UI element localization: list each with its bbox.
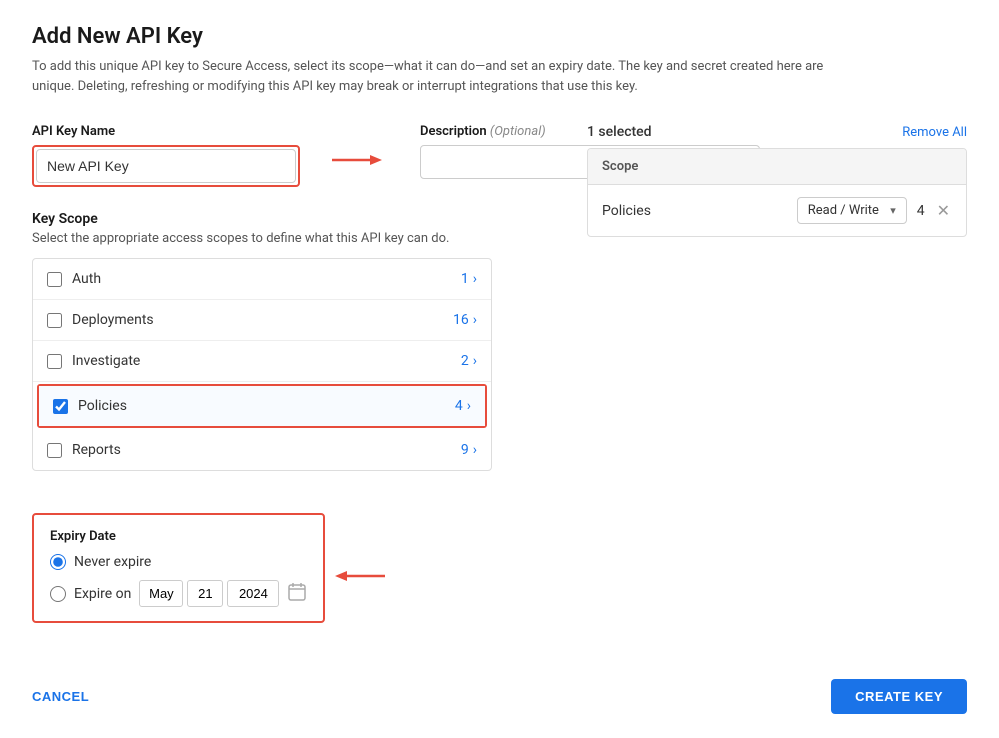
scope-name-policies: Policies [78, 398, 455, 414]
selected-header: 1 selected Remove All [587, 124, 967, 140]
selected-count: 1 selected [587, 124, 652, 140]
expiry-never-label: Never expire [74, 554, 151, 570]
scope-checkbox-policies[interactable] [53, 399, 68, 414]
cancel-button[interactable]: CANCEL [32, 689, 89, 704]
date-year-input[interactable] [227, 580, 279, 607]
expiry-title: Expiry Date [50, 529, 307, 544]
expiry-date-option[interactable]: Expire on [50, 580, 307, 607]
scope-item-auth[interactable]: Auth 1 › [33, 259, 491, 300]
date-day-input[interactable] [187, 580, 223, 607]
date-inputs [139, 580, 307, 607]
scope-name-deployments: Deployments [72, 312, 453, 328]
selected-table: Scope Policies Read / Write ▾ 4 ✕ [587, 148, 967, 237]
scope-item-investigate[interactable]: Investigate 2 › [33, 341, 491, 382]
selected-sub-count-policies: 4 [917, 203, 925, 219]
selected-table-header: Scope [588, 149, 966, 185]
scope-checkbox-reports[interactable] [47, 443, 62, 458]
scope-checkbox-deployments[interactable] [47, 313, 62, 328]
expiry-date-radio[interactable] [50, 586, 66, 602]
scope-checkbox-investigate[interactable] [47, 354, 62, 369]
scope-list: Auth 1 › Deployments 16 › [33, 259, 491, 470]
key-scope-desc: Select the appropriate access scopes to … [32, 231, 563, 246]
scope-chevron-investigate: › [473, 353, 477, 369]
scope-name-investigate: Investigate [72, 353, 461, 369]
selected-scope-name-policies: Policies [602, 203, 787, 219]
scope-list-container: Auth 1 › Deployments 16 › [32, 258, 492, 471]
scope-item-reports[interactable]: Reports 9 › [33, 430, 491, 470]
api-key-name-highlight [32, 145, 300, 187]
scope-name-auth: Auth [72, 271, 461, 287]
top-form-row: API Key Name Description [32, 124, 563, 187]
api-key-name-label: API Key Name [32, 124, 300, 139]
scope-item-policies-wrapper: Policies 4 › [33, 384, 491, 428]
scope-chevron-reports: › [473, 442, 477, 458]
scope-count-investigate: 2 [461, 353, 469, 369]
scope-item-deployments[interactable]: Deployments 16 › [33, 300, 491, 341]
create-key-button[interactable]: CREATE KEY [831, 679, 967, 714]
key-scope-title: Key Scope [32, 211, 563, 227]
permission-value-policies: Read / Write [808, 203, 884, 218]
expiry-arrow-icon [335, 566, 385, 590]
remove-policies-button[interactable]: ✕ [935, 199, 952, 223]
policies-highlight-border: Policies 4 › [37, 384, 487, 428]
expiry-date-label: Expire on [74, 586, 131, 602]
scope-chevron-auth: › [473, 271, 477, 287]
key-scope-section: Key Scope Select the appropriate access … [32, 211, 563, 623]
name-arrow-icon [332, 150, 382, 174]
scope-chevron-deployments: › [473, 312, 477, 328]
permission-dropdown-policies[interactable]: Read / Write ▾ [797, 197, 907, 224]
scope-item-policies[interactable]: Policies 4 › [39, 386, 485, 426]
date-month-input[interactable] [139, 580, 183, 607]
expiry-never-radio[interactable] [50, 554, 66, 570]
selected-scope-row-policies: Policies Read / Write ▾ 4 ✕ [588, 185, 966, 236]
dropdown-chevron-icon: ▾ [890, 204, 896, 217]
left-panel: API Key Name Description [32, 124, 563, 623]
api-key-name-input[interactable] [36, 149, 296, 183]
scope-count-policies: 4 [455, 398, 463, 414]
api-key-name-group: API Key Name [32, 124, 300, 187]
expiry-section: Expiry Date Never expire Expire on [32, 513, 325, 623]
footer: CANCEL CREATE KEY [32, 663, 967, 714]
page-container: Add New API Key To add this unique API k… [32, 24, 967, 714]
scope-chevron-policies: › [467, 398, 471, 414]
expiry-never-option[interactable]: Never expire [50, 554, 307, 570]
scope-count-reports: 9 [461, 442, 469, 458]
scope-count-auth: 1 [461, 271, 469, 287]
expiry-section-wrapper: Expiry Date Never expire Expire on [32, 493, 325, 623]
page-title: Add New API Key [32, 24, 967, 49]
remove-all-link[interactable]: Remove All [902, 125, 967, 140]
calendar-icon[interactable] [287, 582, 307, 606]
page-description: To add this unique API key to Secure Acc… [32, 57, 852, 96]
right-panel: 1 selected Remove All Scope Policies Rea… [587, 124, 967, 623]
scope-name-reports: Reports [72, 442, 461, 458]
scope-count-deployments: 16 [453, 312, 469, 328]
scope-checkbox-auth[interactable] [47, 272, 62, 287]
